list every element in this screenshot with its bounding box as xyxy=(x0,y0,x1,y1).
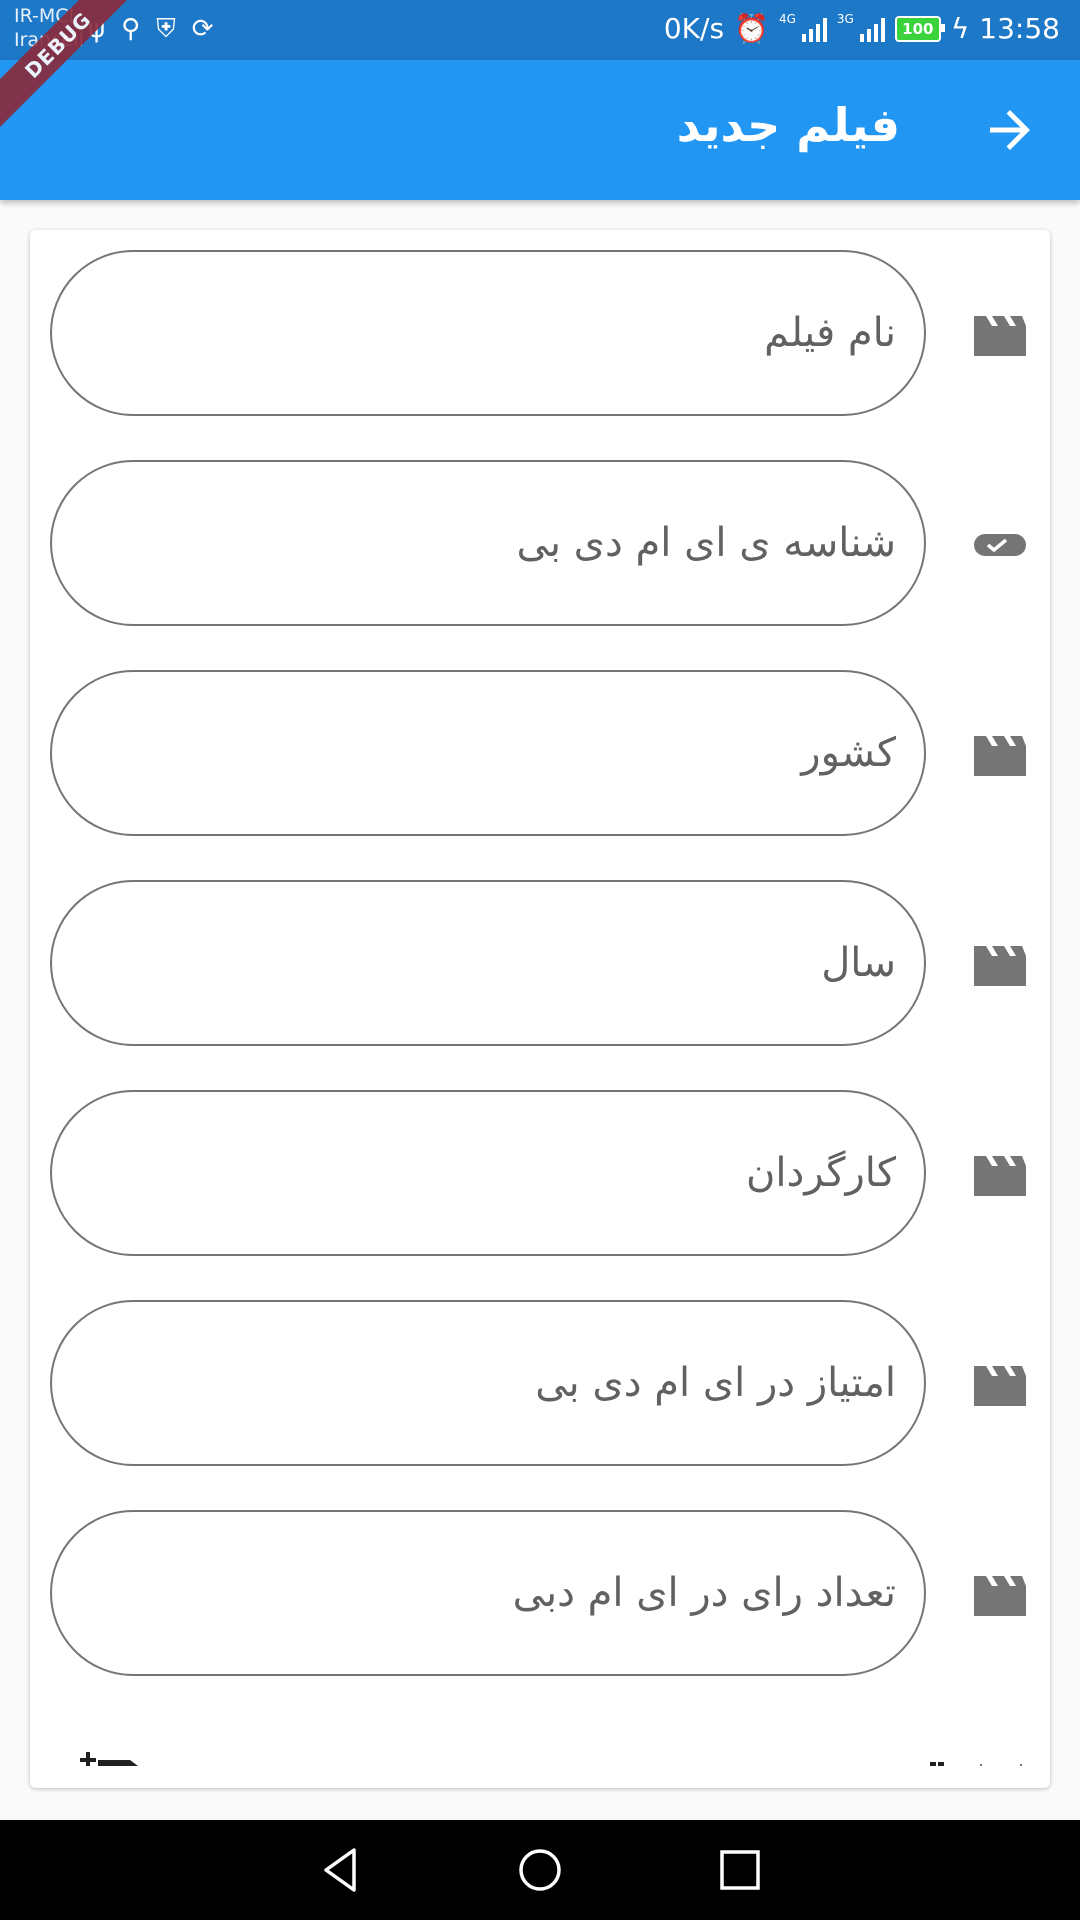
imdb-votes-field[interactable] xyxy=(50,1510,926,1676)
nav-home-icon[interactable] xyxy=(514,1844,566,1896)
form-row-imdb-rating xyxy=(30,1300,1050,1470)
movie-name-input[interactable] xyxy=(52,252,924,414)
page-title: فیلم جدید xyxy=(676,98,900,152)
net-speed: 0K/s xyxy=(663,12,725,45)
charging-icon: ϟ xyxy=(950,12,970,45)
director-field[interactable] xyxy=(50,1090,926,1256)
battery-icon: 100 xyxy=(894,15,945,42)
form-row-director xyxy=(30,1090,1050,1260)
imdb-votes-input[interactable] xyxy=(52,1512,924,1674)
clipped-next-row xyxy=(80,1752,1022,1766)
vpn-icon: ⛨ xyxy=(156,14,176,44)
imdb-id-field[interactable] xyxy=(50,460,926,626)
sync-icon: ⟳ xyxy=(191,14,214,44)
form-card xyxy=(30,230,1050,1788)
form-row-year xyxy=(30,880,1050,1050)
year-input[interactable] xyxy=(52,882,924,1044)
signal1-icon xyxy=(801,16,827,42)
movie-clapper-icon xyxy=(974,946,1026,986)
system-nav-bar xyxy=(0,1820,1080,1920)
movie-name-field[interactable] xyxy=(50,250,926,416)
usb-debug-icon: ⚲ xyxy=(121,14,141,44)
signal1-label: 4G xyxy=(778,12,796,26)
movie-clapper-icon xyxy=(974,1366,1026,1406)
form-row-country xyxy=(30,670,1050,840)
form-row-imdb-id xyxy=(30,460,1050,630)
imdb-rating-input[interactable] xyxy=(52,1302,924,1464)
alarm-icon: ⏰ xyxy=(734,12,769,45)
nav-back-icon[interactable] xyxy=(314,1844,366,1896)
signal2-label: 3G xyxy=(836,12,854,26)
imdb-rating-field[interactable] xyxy=(50,1300,926,1466)
clock: 13:58 xyxy=(979,12,1060,45)
movie-clapper-icon xyxy=(974,1156,1026,1196)
year-field[interactable] xyxy=(50,880,926,1046)
signal2-icon xyxy=(859,16,885,42)
toggle-check-icon xyxy=(974,534,1026,556)
country-field[interactable] xyxy=(50,670,926,836)
form-row-imdb-votes xyxy=(30,1510,1050,1680)
app-bar: فیلم جدید xyxy=(0,60,1080,200)
form-row-movie-name xyxy=(30,250,1050,420)
movie-clapper-icon xyxy=(974,736,1026,776)
movie-clapper-icon xyxy=(974,316,1026,356)
arrow-forward-icon xyxy=(990,110,1030,150)
status-bar: IR-MCI Irancell ψ ⚲ ⛨ ⟳ 0K/s ⏰ 4G 3G 100… xyxy=(0,0,1080,60)
country-input[interactable] xyxy=(52,672,924,834)
back-button[interactable] xyxy=(980,100,1040,160)
imdb-id-input[interactable] xyxy=(52,462,924,624)
nav-recents-icon[interactable] xyxy=(714,1844,766,1896)
director-input[interactable] xyxy=(52,1092,924,1254)
movie-clapper-icon xyxy=(974,1576,1026,1616)
status-right: 0K/s ⏰ 4G 3G 100 ϟ 13:58 xyxy=(664,12,1060,45)
